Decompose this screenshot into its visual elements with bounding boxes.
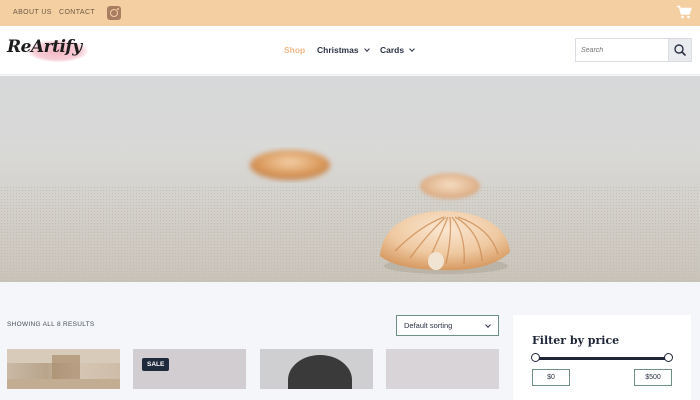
sort-select[interactable]: Default sorting [396, 315, 499, 336]
instagram-icon[interactable] [107, 6, 121, 20]
about-us-link[interactable]: ABOUT US [13, 9, 52, 16]
product-card-3[interactable] [260, 349, 373, 389]
price-slider-max-handle[interactable] [664, 353, 673, 362]
seashells-image [250, 150, 510, 274]
site-header: ReArtify Shop Christmas Cards [0, 26, 700, 75]
search-input[interactable] [576, 39, 668, 62]
product-card-2[interactable]: SALE [133, 349, 246, 389]
chevron-down-icon [363, 46, 370, 52]
price-slider-min-handle[interactable] [531, 353, 540, 362]
shell-middle [420, 173, 480, 199]
nav-cards-label: Cards [380, 45, 405, 55]
filter-title: Filter by price [532, 334, 620, 347]
price-slider-track[interactable] [535, 357, 668, 360]
nav-shop[interactable]: Shop [284, 45, 305, 55]
site-logo[interactable]: ReArtify [6, 34, 88, 66]
search-icon [674, 44, 686, 56]
search-button[interactable] [668, 38, 692, 62]
sale-badge: SALE [142, 358, 170, 371]
search-field [575, 38, 668, 62]
shell-front [380, 211, 510, 274]
shell-far [250, 150, 330, 180]
product-image-hair [288, 355, 352, 389]
hero-banner [0, 76, 700, 282]
min-price-field[interactable]: $0 [532, 369, 570, 386]
max-price-field[interactable]: $500 [634, 369, 672, 386]
nav-christmas[interactable]: Christmas [317, 45, 370, 55]
product-card-4[interactable] [386, 349, 499, 389]
product-card-1[interactable] [7, 349, 120, 389]
cart-icon[interactable] [676, 5, 692, 19]
result-count: SHOWING ALL 8 RESULTS [7, 321, 95, 328]
price-filter-widget: Filter by price $0 $500 [513, 315, 691, 400]
nav-christmas-label: Christmas [317, 45, 359, 55]
chevron-down-icon [485, 322, 491, 328]
sort-select-value: Default sorting [404, 321, 453, 330]
nav-cards[interactable]: Cards [380, 45, 415, 55]
contact-link[interactable]: CONTACT [59, 9, 95, 16]
logo-text: ReArtify [7, 37, 82, 57]
product-image-wood [7, 349, 120, 389]
top-bar: ABOUT US CONTACT [0, 0, 700, 26]
chevron-down-icon [409, 46, 415, 52]
